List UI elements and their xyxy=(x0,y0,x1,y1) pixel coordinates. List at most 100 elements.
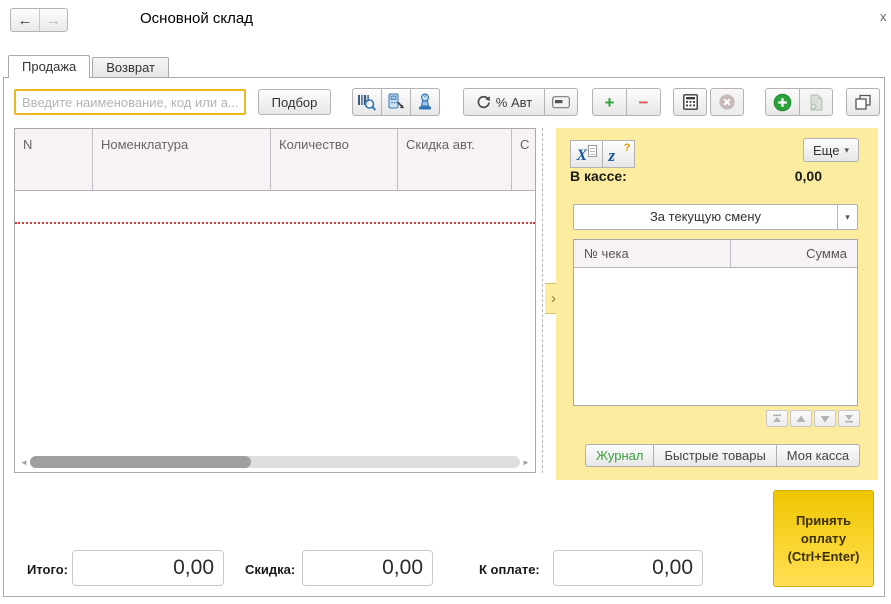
search-input[interactable] xyxy=(14,89,246,115)
back-button[interactable]: ← xyxy=(11,9,39,31)
copy-document-icon xyxy=(809,94,824,111)
cancel-icon xyxy=(718,93,736,111)
tab-return[interactable]: Возврат xyxy=(92,57,169,78)
due-label: К оплате: xyxy=(479,562,540,577)
period-selector-value: За текущую смену xyxy=(574,205,837,229)
new-receipt-button[interactable] xyxy=(765,88,800,116)
refresh-icon xyxy=(476,95,491,110)
copy-receipt-button[interactable] xyxy=(799,88,833,116)
form-frame: Подбор xyxy=(3,77,885,597)
accept-payment-line1: Принять xyxy=(796,512,851,530)
go-last-button[interactable] xyxy=(838,410,860,427)
x-report-button[interactable]: X xyxy=(570,140,603,168)
x-report-icon: X xyxy=(577,149,588,163)
pick-button[interactable]: Подбор xyxy=(258,89,331,115)
cash-panel: X z ? Еще ▾ В кассе: 0,00 За текущую сме… xyxy=(556,128,878,480)
report-buttons: X z ? xyxy=(570,140,635,168)
discount-label: Скидка: xyxy=(245,562,295,577)
z-report-button[interactable]: z ? xyxy=(602,140,635,168)
pos-window: ← → Основной склад х Продажа Возврат Под… xyxy=(0,0,891,604)
panel-footer-tabs: Журнал Быстрые товары Моя касса xyxy=(585,444,860,467)
receipt-number-column[interactable]: № чека xyxy=(574,240,731,267)
receipt-nav-buttons xyxy=(766,410,860,427)
payment-terminal-icon xyxy=(386,93,406,111)
auto-discount-label: % Авт xyxy=(496,95,532,110)
receipt-sum-column[interactable]: Сумма xyxy=(731,240,857,267)
open-window-button[interactable] xyxy=(846,88,880,116)
calculator-icon xyxy=(683,94,698,110)
scrollbar-thumb[interactable] xyxy=(30,456,251,468)
barcode-search-button[interactable] xyxy=(352,88,382,116)
go-down-icon xyxy=(820,415,830,423)
auto-discount-button[interactable]: % Авт xyxy=(463,88,545,116)
tab-quick-goods[interactable]: Быстрые товары xyxy=(653,444,776,467)
add-row-button[interactable]: + xyxy=(592,88,627,116)
period-selector[interactable]: За текущую смену ▾ xyxy=(573,204,858,230)
discount-toolbar: % Авт xyxy=(463,88,578,116)
back-icon: ← xyxy=(18,12,33,29)
column-header-auto-discount[interactable]: Скидка авт. xyxy=(398,129,512,190)
new-receipt-toolbar xyxy=(765,88,833,116)
receipts-table: № чека Сумма xyxy=(573,239,858,406)
scrollbar-track[interactable] xyxy=(30,456,520,468)
open-window-icon xyxy=(855,94,871,110)
column-header-quantity[interactable]: Количество xyxy=(271,129,398,190)
forward-button[interactable]: → xyxy=(39,9,67,31)
cancel-receipt-button[interactable] xyxy=(710,88,744,116)
accept-payment-line3: (Ctrl+Enter) xyxy=(788,548,860,566)
go-first-button[interactable] xyxy=(766,410,788,427)
discount-field[interactable] xyxy=(302,550,433,586)
go-down-button[interactable] xyxy=(814,410,836,427)
column-header-clipped[interactable]: С xyxy=(512,129,535,190)
tab-sale[interactable]: Продажа xyxy=(8,55,90,78)
history-nav: ← → xyxy=(10,8,68,32)
card-icon xyxy=(552,96,570,109)
scan-toolbar xyxy=(352,88,440,116)
go-last-icon xyxy=(844,414,854,423)
caret-down-icon: ▾ xyxy=(844,145,849,156)
go-first-icon xyxy=(772,414,782,423)
items-table-header: N Номенклатура Количество Скидка авт. С xyxy=(15,129,535,191)
accept-payment-button[interactable]: Принять оплату (Ctrl+Enter) xyxy=(773,490,874,587)
forward-icon: → xyxy=(46,12,61,29)
minus-icon: − xyxy=(639,94,649,111)
total-field[interactable] xyxy=(72,550,224,586)
items-horizontal-scrollbar: ◄ ► xyxy=(18,455,532,469)
report-page-icon xyxy=(588,145,597,157)
barcode-search-icon xyxy=(357,93,377,111)
terminal-button[interactable] xyxy=(381,88,411,116)
key-icon: ? xyxy=(624,142,631,154)
card-button[interactable] xyxy=(544,88,578,116)
period-dropdown-arrow[interactable]: ▾ xyxy=(837,205,857,229)
panel-splitter-line xyxy=(542,128,543,473)
remove-row-button[interactable]: − xyxy=(626,88,661,116)
go-up-button[interactable] xyxy=(790,410,812,427)
accept-payment-line2: оплату xyxy=(801,530,846,548)
tab-journal[interactable]: Журнал xyxy=(585,444,654,467)
z-report-icon: z xyxy=(609,149,616,163)
column-header-nomenclature[interactable]: Номенклатура xyxy=(93,129,271,190)
more-button[interactable]: Еще ▾ xyxy=(803,138,859,162)
go-up-icon xyxy=(796,415,806,423)
in-cash-value: 0,00 xyxy=(795,168,822,184)
current-row-marker xyxy=(15,222,535,224)
column-header-number[interactable]: N xyxy=(15,129,93,190)
calculator-button[interactable] xyxy=(673,88,707,116)
scroll-left-icon[interactable]: ◄ xyxy=(18,458,30,467)
plus-icon: + xyxy=(605,94,615,111)
row-edit-toolbar: + − xyxy=(592,88,661,116)
more-button-label: Еще xyxy=(813,143,839,158)
total-label: Итого: xyxy=(27,562,68,577)
receipts-table-header: № чека Сумма xyxy=(574,240,857,268)
caret-down-icon: ▾ xyxy=(845,212,850,223)
close-icon[interactable]: х xyxy=(880,9,887,24)
in-cash-label: В кассе: xyxy=(570,168,627,184)
scroll-right-icon[interactable]: ► xyxy=(520,458,532,467)
items-table: N Номенклатура Количество Скидка авт. С … xyxy=(14,128,536,473)
tab-bar: Продажа Возврат xyxy=(8,55,171,78)
scales-button[interactable] xyxy=(410,88,440,116)
add-circle-icon xyxy=(773,93,792,112)
scales-icon xyxy=(416,93,434,111)
tab-my-cash[interactable]: Моя касса xyxy=(776,444,860,467)
due-field[interactable] xyxy=(553,550,703,586)
